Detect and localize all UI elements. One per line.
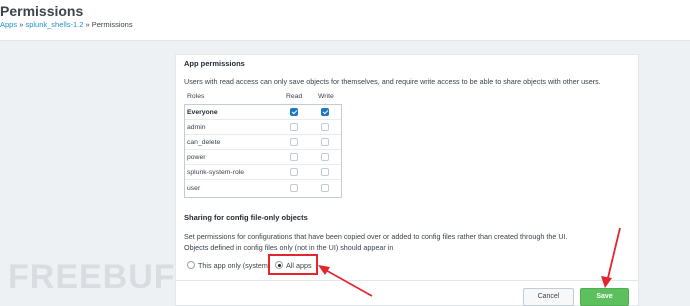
app-permissions-description: Users with read access can only save obj… [184, 77, 601, 86]
table-row: splunk-system-role [185, 165, 341, 180]
read-checkbox-can-delete[interactable] [290, 138, 298, 146]
breadcrumb-current: Permissions [91, 20, 133, 29]
table-row: Everyone [185, 105, 341, 120]
page-header: Permissions Apps » splunk_shells-1.2 » P… [0, 0, 690, 41]
read-checkbox-admin[interactable] [290, 123, 298, 131]
roles-column-header: Roles [187, 93, 205, 100]
radio-this-app-only[interactable] [187, 261, 195, 269]
radio-all-apps[interactable] [275, 261, 283, 269]
role-name: power [187, 154, 206, 161]
watermark-text: FREEBUF [8, 258, 176, 296]
read-checkbox-splunk-system-role[interactable] [290, 168, 298, 176]
role-name: user [187, 185, 201, 192]
footer-divider [176, 280, 638, 281]
write-column-header: Write [318, 93, 334, 100]
read-checkbox-power[interactable] [290, 153, 298, 161]
role-name: can_delete [187, 139, 221, 146]
read-column-header: Read [286, 93, 303, 100]
write-checkbox-everyone[interactable] [321, 108, 329, 116]
radio-label-this-app-only[interactable]: This app only (system) [198, 261, 270, 270]
role-name: admin [187, 124, 206, 131]
write-checkbox-user[interactable] [321, 184, 329, 192]
read-checkbox-user[interactable] [290, 184, 298, 192]
breadcrumb-apps-link[interactable]: Apps [0, 20, 17, 29]
sharing-description: Set permissions for configurations that … [184, 232, 568, 241]
app-permissions-title: App permissions [184, 59, 245, 68]
table-row: power [185, 150, 341, 165]
role-name: splunk-system-role [187, 169, 245, 176]
sharing-scope-prompt: Objects defined in config files only (no… [184, 243, 394, 252]
write-checkbox-admin[interactable] [321, 123, 329, 131]
sharing-title: Sharing for config file-only objects [184, 213, 308, 222]
page-title: Permissions [0, 3, 84, 19]
save-button[interactable]: Save [580, 288, 629, 306]
write-checkbox-power[interactable] [321, 153, 329, 161]
table-row: user [185, 181, 341, 196]
role-name: Everyone [187, 109, 218, 116]
radio-label-all-apps[interactable]: All apps [286, 261, 312, 270]
table-row: admin [185, 120, 341, 135]
watermark-logo: FREEBUF [8, 258, 176, 297]
breadcrumb-app-link[interactable]: splunk_shells-1.2 [25, 20, 83, 29]
cancel-button[interactable]: Cancel [523, 288, 574, 306]
breadcrumb-separator: » [83, 20, 92, 29]
read-checkbox-everyone[interactable] [290, 108, 298, 116]
breadcrumb: Apps » splunk_shells-1.2 » Permissions [0, 20, 133, 29]
write-checkbox-can-delete[interactable] [321, 138, 329, 146]
write-checkbox-splunk-system-role[interactable] [321, 168, 329, 176]
table-row: can_delete [185, 135, 341, 150]
